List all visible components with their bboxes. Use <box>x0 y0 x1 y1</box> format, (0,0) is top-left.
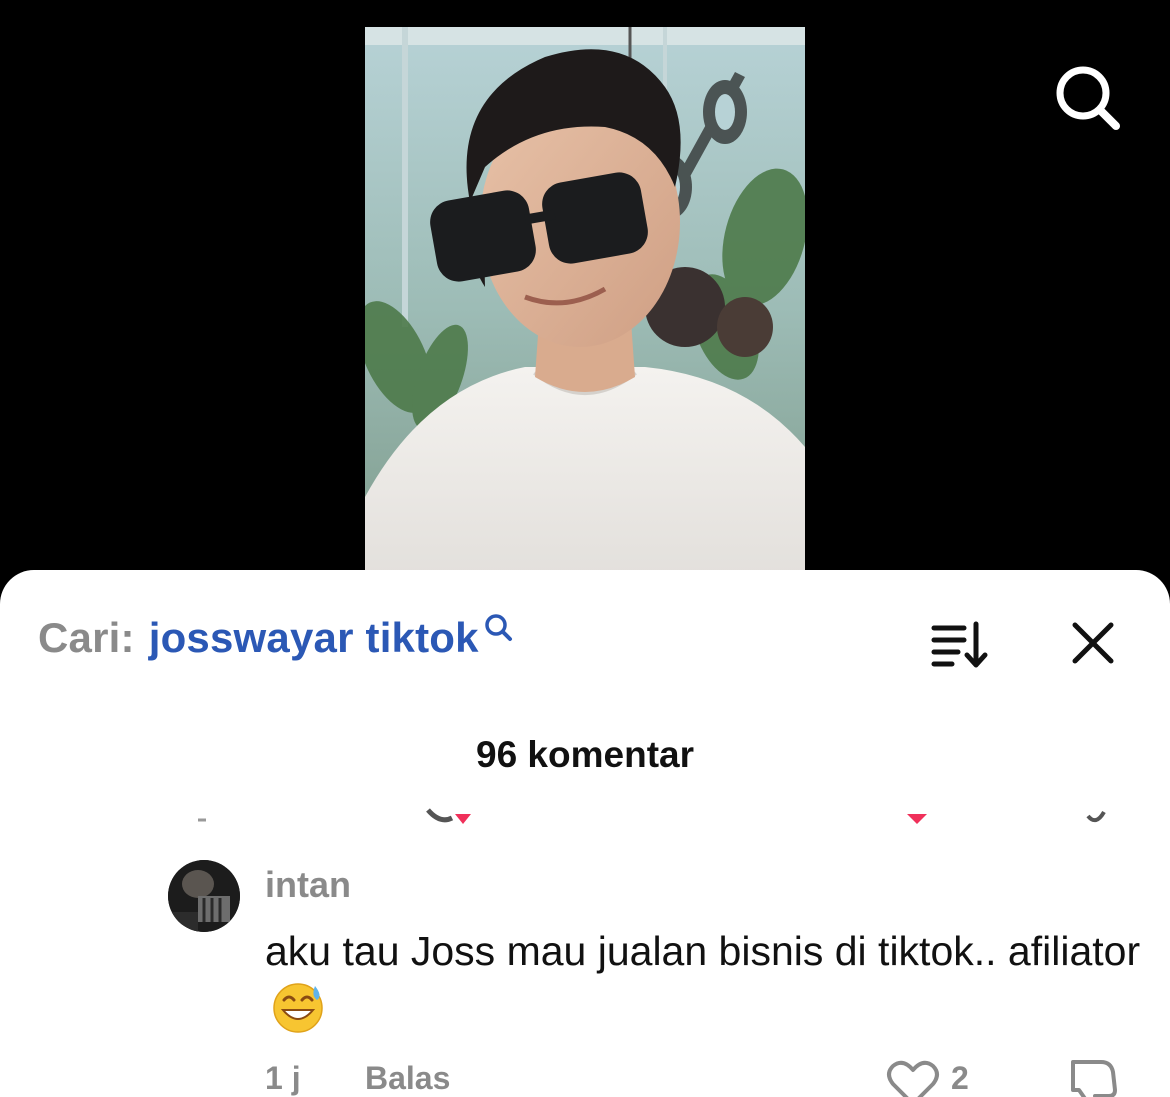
avatar[interactable] <box>168 860 240 932</box>
comment-count-title: 96 komentar <box>476 734 694 775</box>
related-search-query[interactable]: josswayar tiktok <box>149 614 479 662</box>
comment-text: aku tau Joss mau jualan bisnis di tiktok… <box>265 928 1141 974</box>
search-icon[interactable] <box>1052 62 1122 132</box>
comment-text-block: aku tau Joss mau jualan bisnis di tiktok… <box>265 922 1145 1041</box>
scrolled-previous-comment <box>198 808 1106 824</box>
comments-sheet: Cari: josswayar tiktok 96 komentar intan… <box>0 570 1170 1097</box>
related-search-prefix: Cari: <box>38 614 135 661</box>
comment-meta: 1 j Balas 2 <box>265 1060 1145 1097</box>
comment-username[interactable]: intan <box>265 864 351 906</box>
search-icon <box>484 614 512 641</box>
heart-icon[interactable] <box>885 1060 941 1097</box>
like-count: 2 <box>951 1060 969 1096</box>
reply-button[interactable]: Balas <box>365 1060 450 1097</box>
video-preview-image <box>365 27 805 587</box>
dislike-icon[interactable] <box>1065 1056 1121 1097</box>
grinning-sweat-emoji-icon <box>273 983 323 1033</box>
related-search[interactable]: Cari: josswayar tiktok <box>38 614 513 674</box>
screen: Cari: josswayar tiktok 96 komentar intan… <box>0 0 1170 1097</box>
video-preview[interactable] <box>365 27 805 587</box>
sort-icon[interactable] <box>930 620 990 670</box>
close-icon[interactable] <box>1068 618 1118 668</box>
avatar-image <box>168 860 240 932</box>
comment-time: 1 j <box>265 1060 301 1096</box>
